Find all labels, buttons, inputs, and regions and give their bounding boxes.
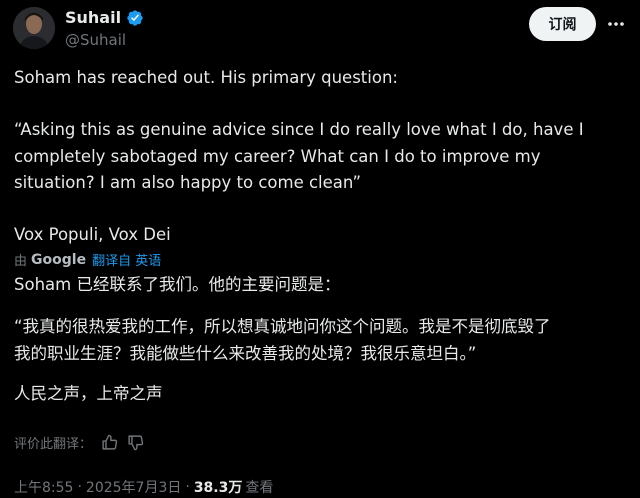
meta-separator: · (185, 479, 190, 495)
tweet-quote-line: completely sabotaged my career? What can… (14, 146, 541, 166)
tweet-quote-line: situation? I am also happy to come clean… (14, 173, 361, 192)
tweet-meta: 上午8:55 · 2025年7月3日 · 38.3万 查看 (14, 477, 273, 497)
translation-source-link[interactable]: 翻译自 英语 (92, 250, 161, 269)
translation-prefix: 由 (14, 254, 28, 269)
subscribe-button[interactable]: 订阅 (529, 7, 596, 41)
verified-badge-icon (127, 9, 143, 26)
translation-quote-line: “我真的很热爱我的工作，所以想真诚地问你这个问题。我是不是彻底毁了 (14, 317, 551, 336)
translation-quote-line: 我的职业生涯？我能做些什么来改善我的处境？我很乐意坦白。” (14, 343, 477, 363)
view-label: 查看 (245, 480, 274, 496)
meta-separator: · (77, 479, 82, 495)
author-name[interactable]: Suhail (65, 8, 121, 27)
more-button[interactable] (605, 13, 627, 35)
tweet-date[interactable]: 2025年7月3日 (86, 477, 181, 497)
translation-sign-off: 人民之声，上帝之声 (14, 384, 163, 403)
translation-attribution: 由 Google 翻译自 英语 (14, 250, 161, 270)
rate-translation: 评价此翻译： (14, 433, 144, 452)
avatar[interactable] (13, 7, 55, 49)
tweet-sign-off: Vox Populi, Vox Dei (14, 225, 171, 244)
tweet-quote-line: “Asking this as genuine advice since I d… (14, 120, 584, 139)
thumbs-down-icon[interactable] (127, 434, 144, 451)
avatar-image (13, 7, 55, 49)
thumbs-up-icon[interactable] (101, 434, 118, 451)
view-count: 38.3万 (193, 480, 243, 496)
tweet-line: Soham has reached out. His primary quest… (14, 68, 398, 87)
translation-line: Soham 已经联系了我们。他的主要问题是： (14, 275, 341, 294)
tweet-quote: “Asking this as genuine advice since I d… (14, 117, 584, 197)
google-logo: Google (31, 251, 87, 268)
author-handle[interactable]: @Suhail (65, 31, 126, 49)
more-icon (608, 22, 624, 26)
translation-quote: “我真的很热爱我的工作，所以想真诚地问你这个问题。我是不是彻底毁了 我的职业生涯… (14, 314, 551, 367)
tweet-time[interactable]: 上午8:55 (14, 477, 73, 497)
rate-translation-label: 评价此翻译： (14, 437, 93, 452)
author-name-row: Suhail (65, 8, 144, 27)
